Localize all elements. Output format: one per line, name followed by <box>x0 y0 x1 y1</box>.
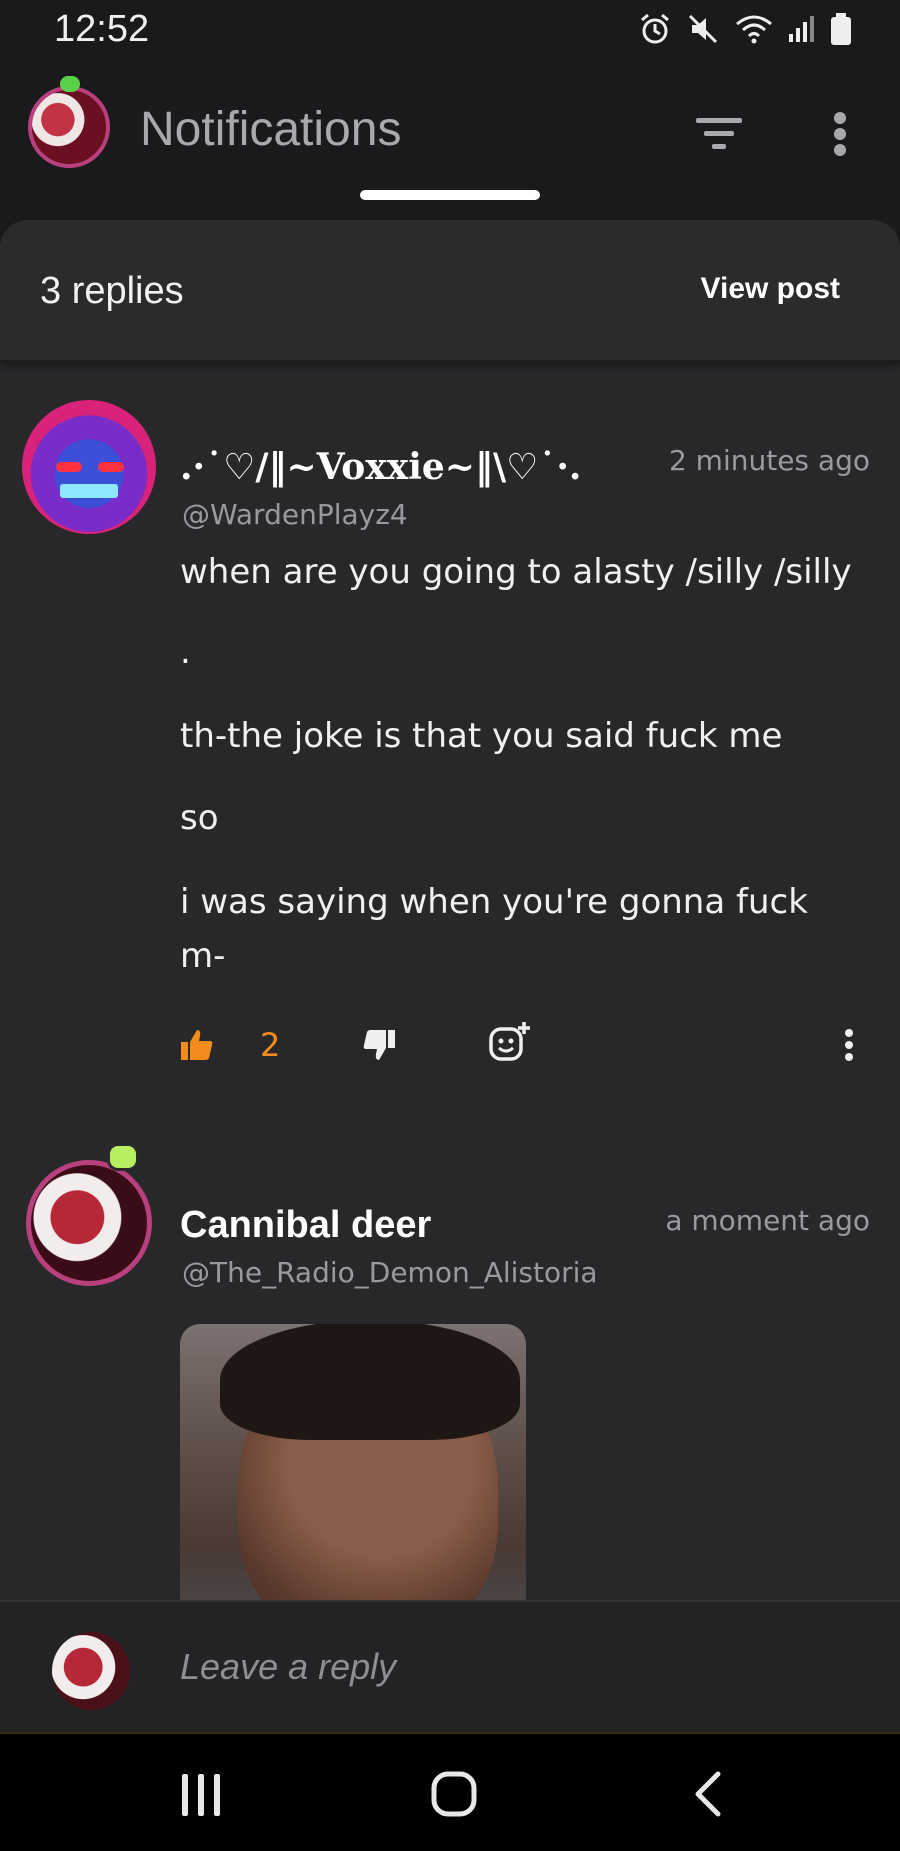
comment-more-icon[interactable] <box>842 1028 856 1062</box>
replies-count: 3 replies <box>40 270 184 312</box>
tab-indicator <box>360 190 540 200</box>
comment-author-handle[interactable]: @The_Radio_Demon_Alistoria <box>182 1256 598 1289</box>
comment-author-handle[interactable]: @WardenPlayz4 <box>182 498 408 531</box>
alarm-icon <box>641 13 669 44</box>
recent-apps-icon[interactable] <box>180 1772 224 1818</box>
comment-text-line: . <box>180 632 191 672</box>
battery-icon <box>831 13 851 45</box>
app-header: Notifications <box>0 70 900 200</box>
home-icon[interactable] <box>430 1770 478 1818</box>
page-title: Notifications <box>140 103 402 156</box>
wifi-icon <box>736 15 772 44</box>
thumbs-up-icon[interactable] <box>180 1028 214 1062</box>
avatar-badge-icon <box>107 1143 139 1171</box>
reply-user-avatar <box>52 1632 130 1710</box>
avatar-eye <box>98 462 124 472</box>
comment-text-line: when are you going to alasty /silly /sil… <box>180 552 852 592</box>
filter-icon[interactable] <box>694 114 744 154</box>
comment-text-line: i was saying when you're gonna fuck <box>180 882 808 922</box>
avatar-eye <box>56 462 82 472</box>
add-reaction-icon[interactable] <box>488 1020 532 1064</box>
comment-author-avatar[interactable] <box>26 1143 152 1286</box>
comment-author-name[interactable]: .·˙♡/‖~Voxxie~‖\♡˙·. <box>180 446 581 488</box>
gif-image[interactable] <box>180 1324 526 1600</box>
reply-bar: Leave a reply <box>0 1600 900 1732</box>
back-icon[interactable] <box>690 1770 724 1818</box>
signal-icon <box>789 16 814 42</box>
system-nav-bar <box>0 1732 900 1851</box>
avatar-teeth <box>60 484 118 498</box>
mute-icon <box>688 14 718 44</box>
comment-actions: 2 <box>180 1022 870 1076</box>
gif-hair <box>220 1324 520 1440</box>
screen: 12:52 Notifications 3 replies View post … <box>0 0 900 1851</box>
status-icons <box>638 12 852 46</box>
comment-text-line: th-the joke is that you said fuck me <box>180 716 783 756</box>
reply-input[interactable]: Leave a reply <box>180 1646 396 1688</box>
comment-timestamp: 2 minutes ago <box>668 444 870 477</box>
notification-thread-panel: 3 replies View post .·˙♡/‖~Voxxie~‖\♡˙·.… <box>0 220 900 1600</box>
status-bar: 12:52 <box>0 0 900 60</box>
avatar-badge-icon <box>60 76 80 92</box>
comment-text-line: so <box>180 798 219 838</box>
comment-text-line: m- <box>180 936 226 976</box>
comment-timestamp: a moment ago <box>665 1204 870 1237</box>
thumbs-down-icon[interactable] <box>362 1028 396 1062</box>
profile-avatar[interactable] <box>28 86 110 168</box>
comment-author-avatar[interactable] <box>22 400 156 534</box>
status-time: 12:52 <box>54 8 150 50</box>
comment-author-name[interactable]: Cannibal deer <box>180 1204 431 1247</box>
more-vert-icon[interactable] <box>828 110 852 158</box>
view-post-button[interactable]: View post <box>701 272 840 306</box>
replies-bar: 3 replies View post <box>0 220 900 362</box>
like-count: 2 <box>260 1026 281 1064</box>
